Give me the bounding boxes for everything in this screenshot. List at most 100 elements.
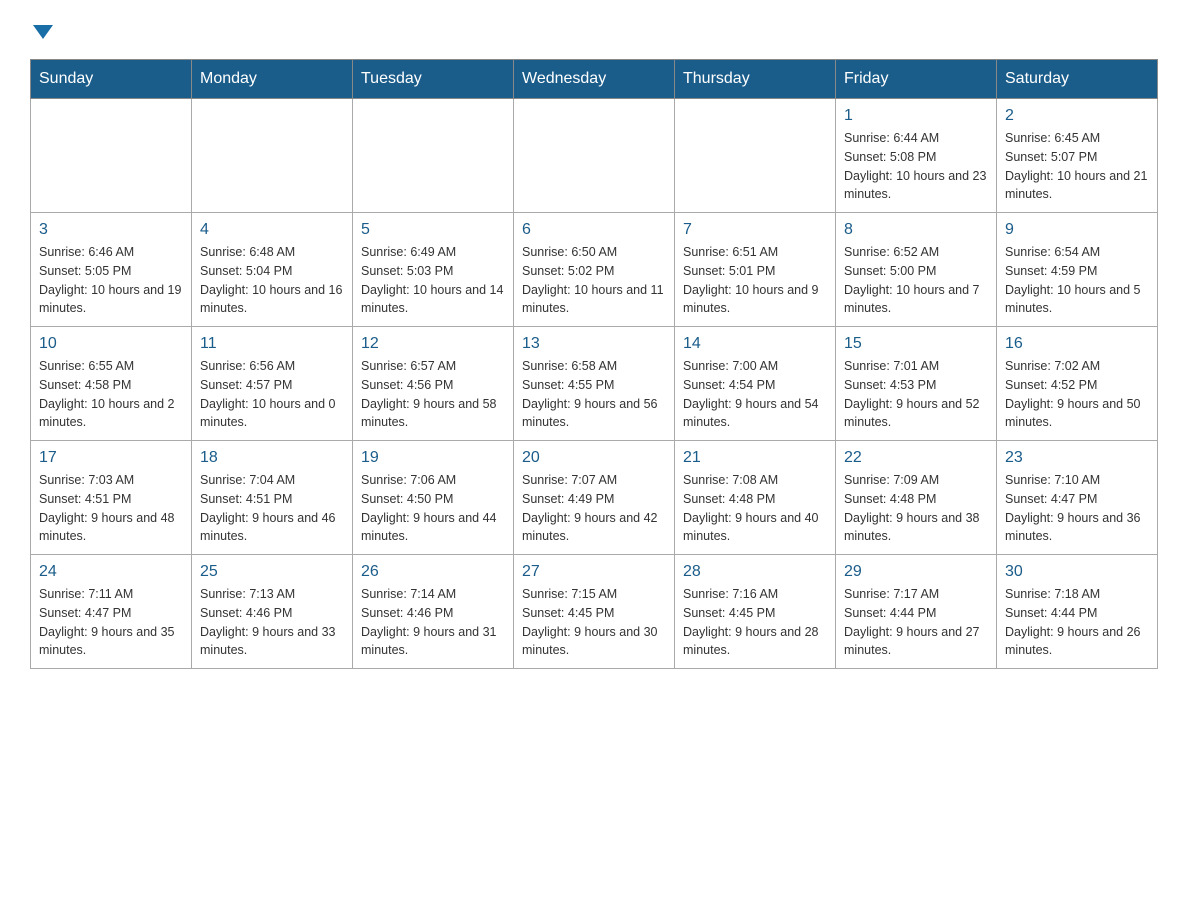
calendar-cell: 7 Sunrise: 6:51 AMSunset: 5:01 PMDaylight… (675, 213, 836, 327)
logo-general (30, 20, 53, 39)
day-number: 2 (1005, 107, 1149, 125)
day-info: Sunrise: 6:45 AMSunset: 5:07 PMDaylight:… (1005, 129, 1149, 204)
day-number: 25 (200, 563, 344, 581)
day-number: 3 (39, 221, 183, 239)
day-number: 10 (39, 335, 183, 353)
day-number: 16 (1005, 335, 1149, 353)
day-info: Sunrise: 6:50 AMSunset: 5:02 PMDaylight:… (522, 243, 666, 318)
day-number: 7 (683, 221, 827, 239)
day-info: Sunrise: 6:46 AMSunset: 5:05 PMDaylight:… (39, 243, 183, 318)
day-info: Sunrise: 7:04 AMSunset: 4:51 PMDaylight:… (200, 471, 344, 546)
day-info: Sunrise: 6:55 AMSunset: 4:58 PMDaylight:… (39, 357, 183, 432)
day-info: Sunrise: 6:48 AMSunset: 5:04 PMDaylight:… (200, 243, 344, 318)
logo (30, 20, 53, 39)
calendar-cell: 29 Sunrise: 7:17 AMSunset: 4:44 PMDayligh… (836, 555, 997, 669)
calendar-cell: 9Sunrise: 6:54 AMSunset: 4:59 PMDaylight… (997, 213, 1158, 327)
col-tuesday: Tuesday (353, 60, 514, 99)
day-info: Sunrise: 7:18 AMSunset: 4:44 PMDaylight:… (1005, 585, 1149, 660)
calendar-cell (353, 99, 514, 213)
day-info: Sunrise: 6:49 AMSunset: 5:03 PMDaylight:… (361, 243, 505, 318)
day-info: Sunrise: 7:13 AMSunset: 4:46 PMDaylight:… (200, 585, 344, 660)
page-header (30, 20, 1158, 39)
day-info: Sunrise: 6:56 AMSunset: 4:57 PMDaylight:… (200, 357, 344, 432)
calendar-cell: 28 Sunrise: 7:16 AMSunset: 4:45 PMDayligh… (675, 555, 836, 669)
calendar-cell: 11 Sunrise: 6:56 AMSunset: 4:57 PMDayligh… (192, 327, 353, 441)
calendar-cell: 21 Sunrise: 7:08 AMSunset: 4:48 PMDayligh… (675, 441, 836, 555)
day-number: 12 (361, 335, 505, 353)
calendar-cell: 22 Sunrise: 7:09 AMSunset: 4:48 PMDayligh… (836, 441, 997, 555)
day-number: 27 (522, 563, 666, 581)
col-wednesday: Wednesday (514, 60, 675, 99)
calendar-cell: 24 Sunrise: 7:11 AMSunset: 4:47 PMDayligh… (31, 555, 192, 669)
col-monday: Monday (192, 60, 353, 99)
calendar-cell: 5 Sunrise: 6:49 AMSunset: 5:03 PMDaylight… (353, 213, 514, 327)
calendar-header-row: Sunday Monday Tuesday Wednesday Thursday… (31, 60, 1158, 99)
calendar-week-row: 10 Sunrise: 6:55 AMSunset: 4:58 PMDayligh… (31, 327, 1158, 441)
day-info: Sunrise: 7:07 AMSunset: 4:49 PMDaylight:… (522, 471, 666, 546)
col-thursday: Thursday (675, 60, 836, 99)
day-info: Sunrise: 7:15 AMSunset: 4:45 PMDaylight:… (522, 585, 666, 660)
day-number: 17 (39, 449, 183, 467)
day-info: Sunrise: 7:00 AMSunset: 4:54 PMDaylight:… (683, 357, 827, 432)
day-number: 24 (39, 563, 183, 581)
day-info: Sunrise: 6:44 AMSunset: 5:08 PMDaylight:… (844, 129, 988, 204)
calendar-cell: 16Sunrise: 7:02 AMSunset: 4:52 PMDayligh… (997, 327, 1158, 441)
day-info: Sunrise: 7:03 AMSunset: 4:51 PMDaylight:… (39, 471, 183, 546)
day-number: 4 (200, 221, 344, 239)
calendar-cell (31, 99, 192, 213)
calendar-cell: 27 Sunrise: 7:15 AMSunset: 4:45 PMDayligh… (514, 555, 675, 669)
day-number: 21 (683, 449, 827, 467)
day-number: 30 (1005, 563, 1149, 581)
day-number: 22 (844, 449, 988, 467)
calendar-cell: 25 Sunrise: 7:13 AMSunset: 4:46 PMDayligh… (192, 555, 353, 669)
day-number: 20 (522, 449, 666, 467)
day-info: Sunrise: 6:54 AMSunset: 4:59 PMDaylight:… (1005, 243, 1149, 318)
day-number: 28 (683, 563, 827, 581)
calendar-cell: 19Sunrise: 7:06 AMSunset: 4:50 PMDayligh… (353, 441, 514, 555)
calendar-cell: 13Sunrise: 6:58 AMSunset: 4:55 PMDayligh… (514, 327, 675, 441)
day-info: Sunrise: 7:16 AMSunset: 4:45 PMDaylight:… (683, 585, 827, 660)
day-number: 15 (844, 335, 988, 353)
day-info: Sunrise: 6:57 AMSunset: 4:56 PMDaylight:… (361, 357, 505, 432)
calendar-cell: 8 Sunrise: 6:52 AMSunset: 5:00 PMDaylight… (836, 213, 997, 327)
day-number: 26 (361, 563, 505, 581)
day-number: 29 (844, 563, 988, 581)
day-info: Sunrise: 6:51 AMSunset: 5:01 PMDaylight:… (683, 243, 827, 318)
day-info: Sunrise: 6:58 AMSunset: 4:55 PMDaylight:… (522, 357, 666, 432)
day-info: Sunrise: 7:11 AMSunset: 4:47 PMDaylight:… (39, 585, 183, 660)
calendar-cell: 17 Sunrise: 7:03 AMSunset: 4:51 PMDayligh… (31, 441, 192, 555)
calendar-cell: 18 Sunrise: 7:04 AMSunset: 4:51 PMDayligh… (192, 441, 353, 555)
calendar-cell: 12 Sunrise: 6:57 AMSunset: 4:56 PMDayligh… (353, 327, 514, 441)
calendar-week-row: 24 Sunrise: 7:11 AMSunset: 4:47 PMDayligh… (31, 555, 1158, 669)
day-number: 19 (361, 449, 505, 467)
col-friday: Friday (836, 60, 997, 99)
day-info: Sunrise: 6:52 AMSunset: 5:00 PMDaylight:… (844, 243, 988, 318)
day-number: 1 (844, 107, 988, 125)
calendar-cell: 6 Sunrise: 6:50 AMSunset: 5:02 PMDaylight… (514, 213, 675, 327)
day-number: 14 (683, 335, 827, 353)
calendar-week-row: 3 Sunrise: 6:46 AMSunset: 5:05 PMDaylight… (31, 213, 1158, 327)
calendar-cell: 2 Sunrise: 6:45 AMSunset: 5:07 PMDaylight… (997, 99, 1158, 213)
calendar-cell: 3 Sunrise: 6:46 AMSunset: 5:05 PMDaylight… (31, 213, 192, 327)
calendar-cell: 30 Sunrise: 7:18 AMSunset: 4:44 PMDayligh… (997, 555, 1158, 669)
day-number: 11 (200, 335, 344, 353)
calendar-cell: 10 Sunrise: 6:55 AMSunset: 4:58 PMDayligh… (31, 327, 192, 441)
day-number: 6 (522, 221, 666, 239)
calendar-week-row: 1 Sunrise: 6:44 AMSunset: 5:08 PMDaylight… (31, 99, 1158, 213)
day-number: 18 (200, 449, 344, 467)
day-info: Sunrise: 7:10 AMSunset: 4:47 PMDaylight:… (1005, 471, 1149, 546)
calendar-cell: 14 Sunrise: 7:00 AMSunset: 4:54 PMDayligh… (675, 327, 836, 441)
col-sunday: Sunday (31, 60, 192, 99)
calendar-cell: 26Sunrise: 7:14 AMSunset: 4:46 PMDayligh… (353, 555, 514, 669)
calendar-cell (192, 99, 353, 213)
day-number: 5 (361, 221, 505, 239)
calendar-cell: 4 Sunrise: 6:48 AMSunset: 5:04 PMDaylight… (192, 213, 353, 327)
day-info: Sunrise: 7:17 AMSunset: 4:44 PMDaylight:… (844, 585, 988, 660)
calendar-cell: 15Sunrise: 7:01 AMSunset: 4:53 PMDayligh… (836, 327, 997, 441)
calendar-cell: 23Sunrise: 7:10 AMSunset: 4:47 PMDayligh… (997, 441, 1158, 555)
day-info: Sunrise: 7:08 AMSunset: 4:48 PMDaylight:… (683, 471, 827, 546)
day-number: 8 (844, 221, 988, 239)
calendar-cell: 1 Sunrise: 6:44 AMSunset: 5:08 PMDaylight… (836, 99, 997, 213)
calendar-table: Sunday Monday Tuesday Wednesday Thursday… (30, 59, 1158, 669)
day-info: Sunrise: 7:09 AMSunset: 4:48 PMDaylight:… (844, 471, 988, 546)
